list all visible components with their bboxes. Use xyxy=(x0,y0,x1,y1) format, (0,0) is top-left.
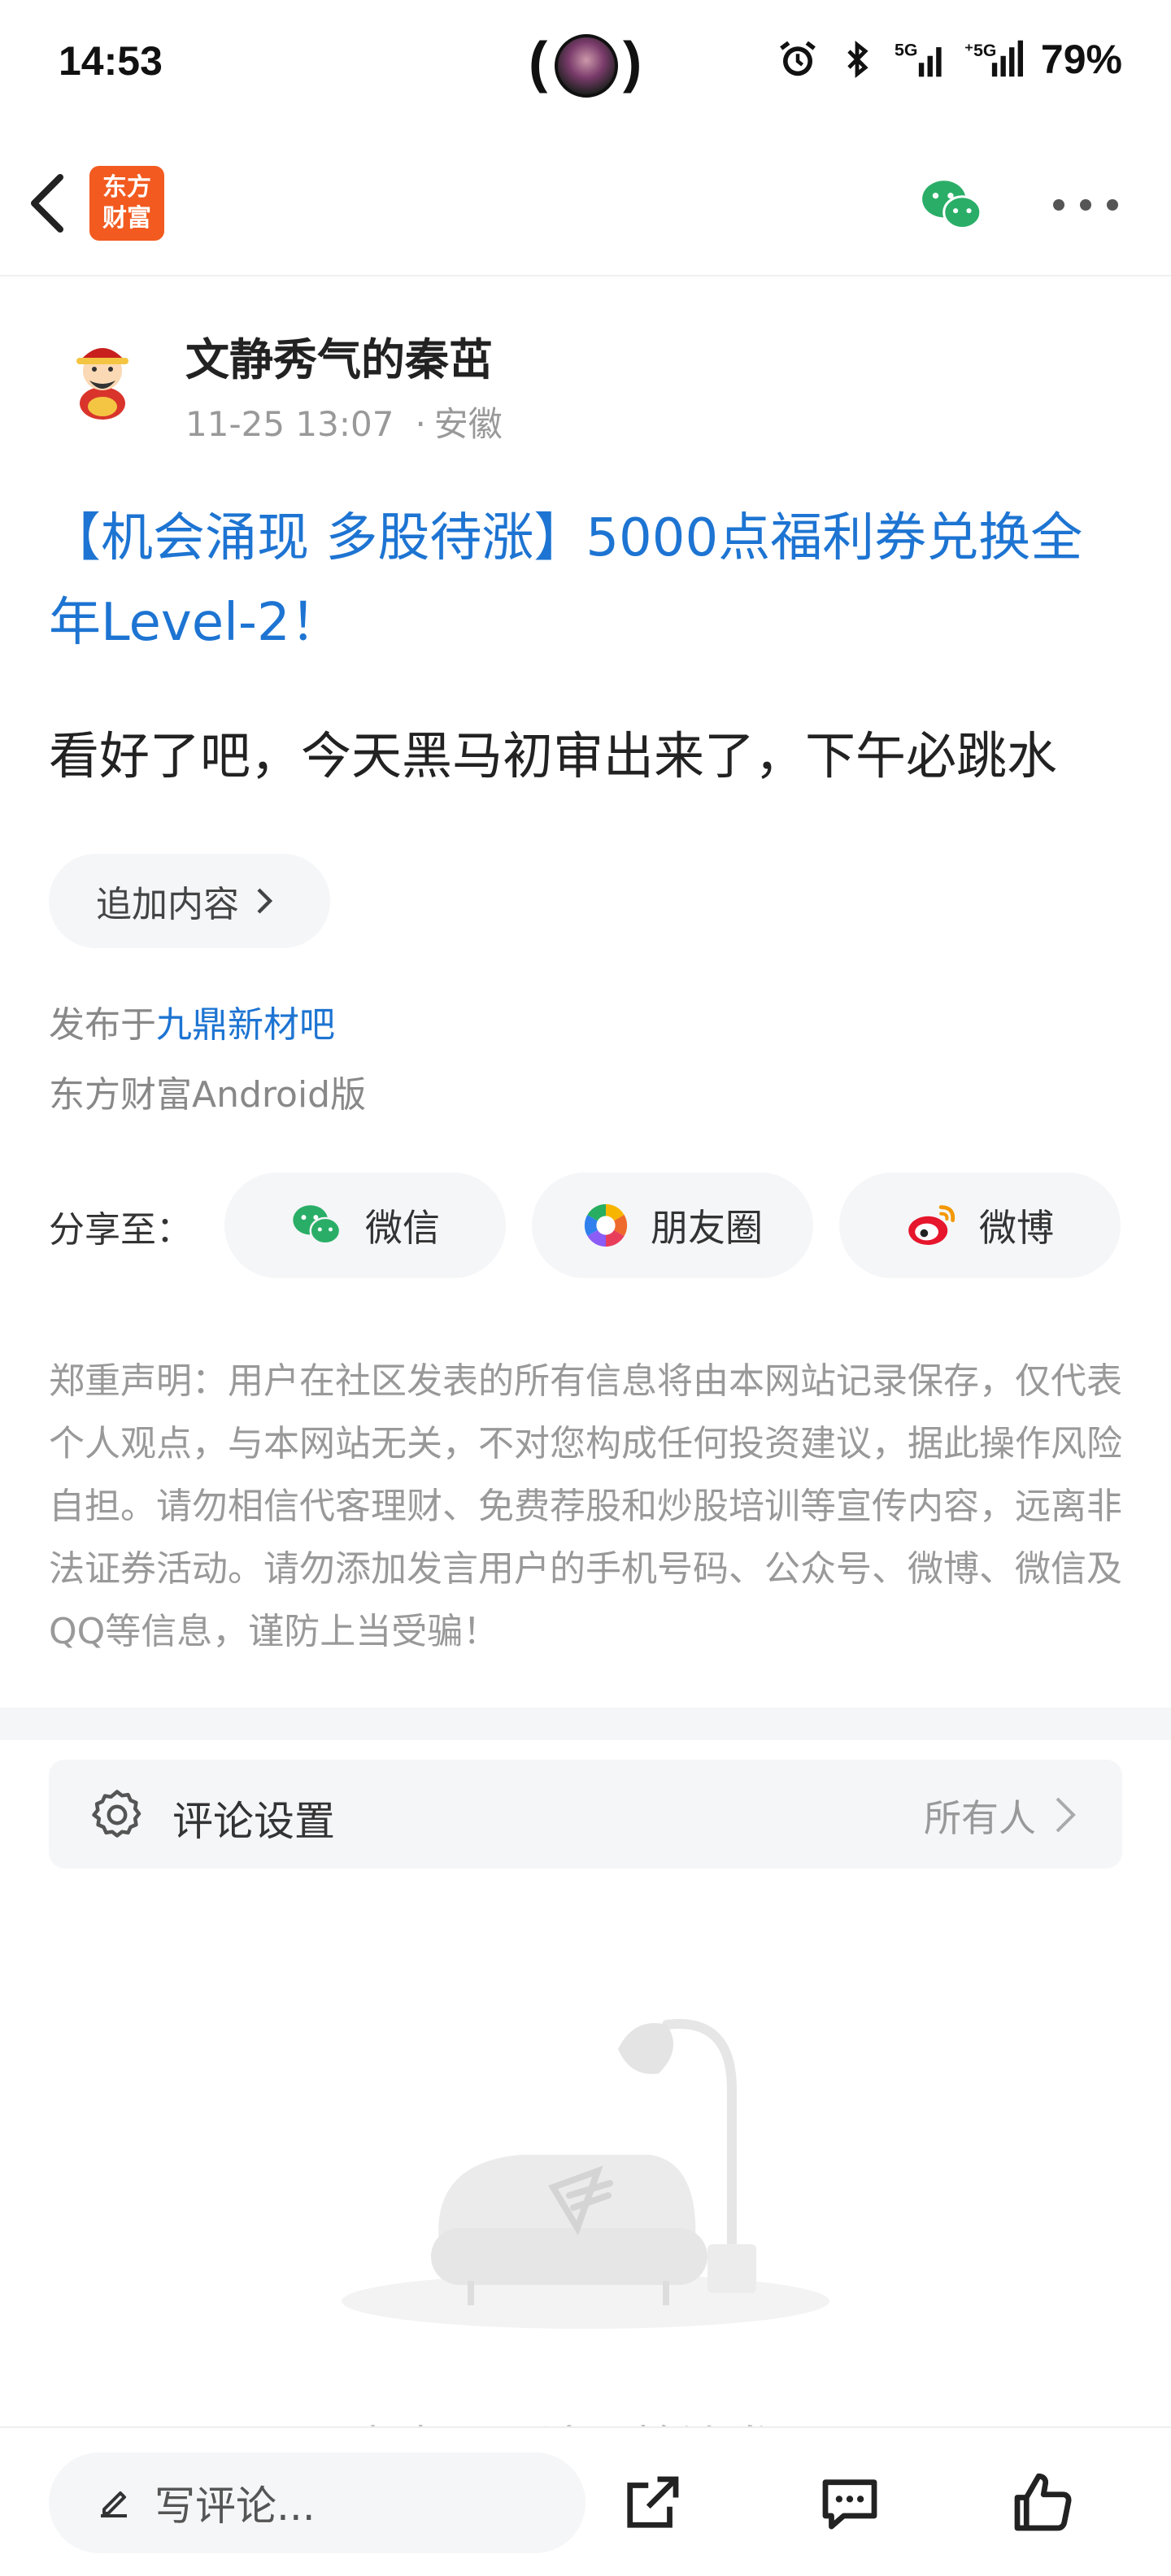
wechat-icon xyxy=(922,181,982,230)
disclaimer-text: 郑重声明：用户在社区发表的所有信息将由本网站记录保存，仅代表个人观点，与本网站无… xyxy=(49,1360,1122,1652)
svg-text:⁺5G: ⁺5G xyxy=(964,41,996,60)
share-weibo-button[interactable]: 微博 xyxy=(839,1173,1121,1278)
add-content-label: 追加内容 xyxy=(96,884,239,925)
comment-settings-value: 所有人 xyxy=(924,1796,1036,1840)
weibo-icon xyxy=(908,1205,956,1245)
post-meta: 11-25 13:07 · 安徽 xyxy=(185,404,503,444)
post-body: 看好了吧，今天黑马初审出来了，下午必跳水 xyxy=(49,726,1058,785)
share-wechat-button[interactable]: 微信 xyxy=(224,1173,506,1278)
media-avatar xyxy=(555,34,618,98)
battery-level: 79% xyxy=(1040,37,1122,82)
alarm-icon xyxy=(780,41,816,76)
chevron-right-icon xyxy=(1056,1797,1076,1833)
author-avatar[interactable] xyxy=(57,332,148,423)
bottom-action-bar: 写评论... xyxy=(0,2426,1171,2576)
status-media-indicator: ( ) xyxy=(529,28,642,101)
status-time: 14:53 xyxy=(59,38,163,84)
more-icon xyxy=(1053,199,1064,211)
status-icons: 5G ⁺5G 79% xyxy=(776,36,1122,83)
nav-bar: 东方 财富 xyxy=(0,130,1171,276)
share-moments-button[interactable]: 朋友圈 xyxy=(532,1173,813,1278)
gear-icon xyxy=(92,1790,141,1838)
share-label: 分享至： xyxy=(49,1209,192,1251)
bluetooth-icon xyxy=(847,41,868,78)
share-icon xyxy=(627,2476,679,2528)
signal-5g-icon: 5G xyxy=(895,41,942,77)
comments-icon xyxy=(822,2479,877,2530)
back-button[interactable] xyxy=(24,171,73,236)
share-button[interactable] xyxy=(615,2467,688,2540)
comment-settings-label: 评论设置 xyxy=(172,1798,335,1845)
wechat-share-button[interactable] xyxy=(919,172,986,239)
client-source: 东方财富Android版 xyxy=(49,1074,367,1116)
comment-settings-row[interactable]: 评论设置 所有人 xyxy=(49,1760,1122,1869)
chevron-right-icon xyxy=(257,888,273,914)
post-location: 安徽 xyxy=(433,404,503,444)
comment-placeholder: 写评论... xyxy=(155,2482,316,2530)
back-icon xyxy=(31,174,63,233)
forum-link[interactable]: 九鼎新材吧 xyxy=(156,1004,335,1046)
section-divider xyxy=(0,1708,1171,1740)
wechat-icon xyxy=(293,1205,342,1245)
comment-input[interactable]: 写评论... xyxy=(49,2452,586,2553)
comments-button[interactable] xyxy=(813,2467,886,2540)
more-button[interactable] xyxy=(1053,197,1118,213)
svg-text:5G: 5G xyxy=(895,41,917,60)
status-bar: 14:53 ( ) 5G ⁺5G 79% xyxy=(0,0,1171,130)
post-time: 11-25 13:07 xyxy=(185,404,394,444)
post-title[interactable]: 【机会涌现 多股待涨】5000点福利券兑换全年Level-2！ xyxy=(49,496,1122,665)
pencil-icon xyxy=(101,2491,127,2517)
empty-comments-illustration xyxy=(309,2000,862,2342)
author-name[interactable]: 文静秀气的秦茁 xyxy=(185,324,493,388)
moments-icon xyxy=(584,1203,628,1247)
like-icon xyxy=(1014,2473,1072,2531)
app-logo[interactable]: 东方 财富 xyxy=(89,166,164,241)
signal-5g-icon: ⁺5G xyxy=(964,40,1023,77)
published-in: 发布于九鼎新材吧 xyxy=(49,1004,335,1046)
like-button[interactable] xyxy=(1005,2467,1078,2540)
add-content-button[interactable]: 追加内容 xyxy=(49,854,330,948)
